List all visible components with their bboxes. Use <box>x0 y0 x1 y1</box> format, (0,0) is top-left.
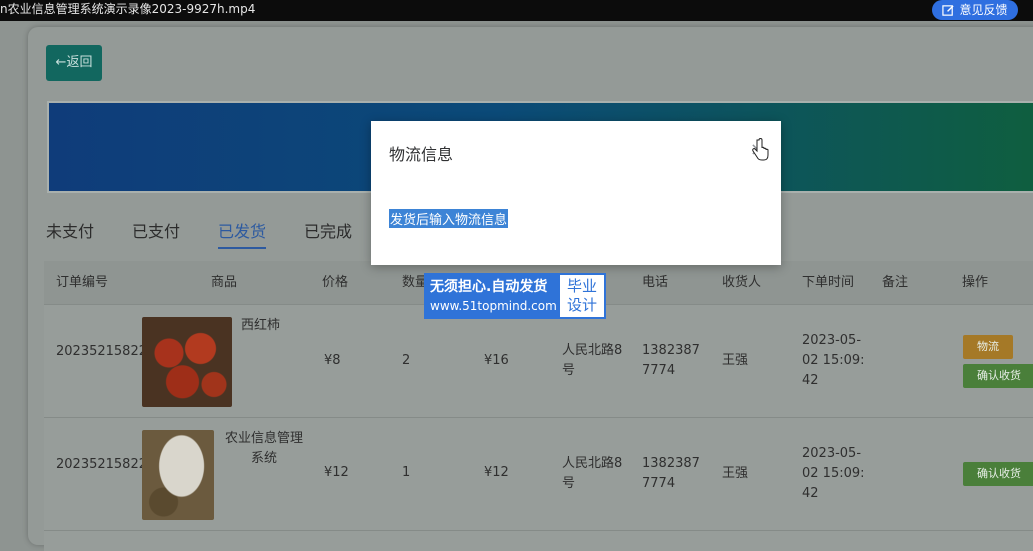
table-row: 20235215822637 西红柿 ¥8 2 ¥16 人民北路8号 13823… <box>44 306 1033 418</box>
dialog-message: 发货后输入物流信息 <box>389 209 509 228</box>
header-product: 商品 <box>211 275 238 290</box>
header-phone: 电话 <box>642 275 669 290</box>
watermark-badge-line1: 毕业 <box>566 277 597 295</box>
total: ¥12 <box>484 465 509 480</box>
tab-shipped[interactable]: 已发货 <box>218 221 267 249</box>
quantity: 2 <box>402 353 411 368</box>
address: 人民北路8号 <box>562 343 623 378</box>
table-row: 20235215822643 农业信息管理系统 ¥12 1 ¥12 人民北路8号… <box>44 419 1033 531</box>
order-time: 2023-05-02 15:09:42 <box>802 446 865 501</box>
header-order-no: 订单编号 <box>56 275 109 290</box>
product-image-cauliflower <box>142 430 214 520</box>
order-status-tabs: 未支付 已支付 已发货 已完成 <box>46 221 390 249</box>
hand-cursor-icon <box>752 138 769 161</box>
watermark-badge: 毕业 设计 <box>558 273 606 319</box>
window-title: n农业信息管理系统演示录像2023-9927h.mp4 <box>0 2 256 16</box>
order-no: 20235215822643 <box>56 457 172 472</box>
header-note: 备注 <box>882 275 909 290</box>
watermark: 无须担心.自动发货 www.51topmind.com 毕业 设计 <box>424 273 606 319</box>
logistics-dialog: 物流信息 × 发货后输入物流信息 <box>371 121 781 265</box>
header-order-time: 下单时间 <box>802 275 855 290</box>
product-name[interactable]: 西红柿 <box>241 316 280 336</box>
tab-paid[interactable]: 已支付 <box>132 221 180 249</box>
confirm-receipt-button[interactable]: 确认收货 <box>963 364 1033 388</box>
tab-completed[interactable]: 已完成 <box>304 221 352 249</box>
quantity: 1 <box>402 465 411 480</box>
header-price: 价格 <box>322 275 349 290</box>
product-image-tomato <box>142 317 232 407</box>
window-titlebar: n农业信息管理系统演示录像2023-9927h.mp4 意见反馈 <box>0 0 1033 21</box>
product-name[interactable]: 农业信息管理系统 <box>224 429 304 469</box>
header-actions: 操作 <box>962 275 989 290</box>
order-no: 20235215822637 <box>56 344 172 359</box>
total: ¥16 <box>484 353 509 368</box>
phone: 13823877774 <box>642 456 700 491</box>
confirm-receipt-button[interactable]: 确认收货 <box>963 462 1033 486</box>
watermark-text: 无须担心.自动发货 www.51topmind.com <box>424 273 558 319</box>
order-time: 2023-05-02 15:09:42 <box>802 333 865 388</box>
tab-unpaid[interactable]: 未支付 <box>46 221 94 249</box>
address: 人民北路8号 <box>562 456 623 491</box>
dialog-title: 物流信息 <box>389 145 454 164</box>
receiver: 王强 <box>722 466 749 481</box>
feedback-label: 意见反馈 <box>959 3 1008 17</box>
logistics-button[interactable]: 物流 <box>963 335 1013 359</box>
feedback-button[interactable]: 意见反馈 <box>932 0 1018 20</box>
phone: 13823877774 <box>642 343 700 378</box>
watermark-badge-line2: 设计 <box>566 296 597 314</box>
back-button[interactable]: ←返回 <box>46 45 102 81</box>
watermark-line1: 无须担心.自动发货 <box>430 279 548 295</box>
receiver: 王强 <box>722 353 749 368</box>
price: ¥8 <box>324 353 341 368</box>
edit-icon <box>942 4 955 16</box>
page: ←返回 未支付 已支付 已发货 已完成 订单编号 商品 价格 数量 总价 地址 … <box>0 21 1033 551</box>
price: ¥12 <box>324 465 349 480</box>
watermark-url: www.51topmind.com <box>430 299 557 313</box>
header-receiver: 收货人 <box>722 275 762 290</box>
